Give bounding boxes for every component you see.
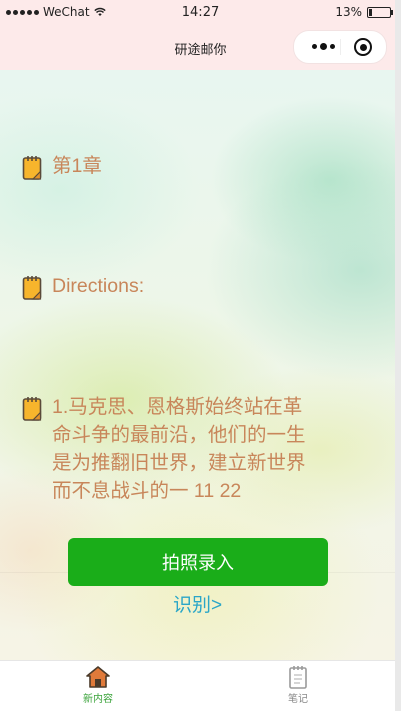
item-text: 第1章 [52, 155, 102, 177]
miniprogram-capsule [293, 30, 387, 64]
close-target-icon[interactable] [354, 38, 372, 56]
tab-new-content[interactable]: 新内容 [68, 665, 128, 705]
navigation-bar: 研途邮你 [0, 26, 401, 70]
status-bar: WeChat 14:27 13% [0, 0, 401, 26]
item-text: 1.马克思、恩格斯始终站在革命斗争的最前沿，他们的一生是为推翻旧世界，建立新世界… [52, 396, 306, 502]
notepad-icon [22, 276, 42, 300]
item-text: Directions: [52, 275, 145, 297]
battery-icon [367, 6, 393, 18]
notepad-icon [22, 156, 42, 180]
photo-input-button[interactable]: 拍照录入 [68, 538, 328, 586]
notepad-icon [289, 666, 307, 689]
tab-notes[interactable]: 笔记 [268, 665, 328, 705]
notepad-icon [22, 397, 42, 421]
list-item[interactable]: 1.马克思、恩格斯始终站在革命斗争的最前沿，他们的一生是为推翻旧世界，建立新世界… [22, 393, 314, 505]
more-icon[interactable] [312, 43, 335, 50]
status-right: 13% [335, 5, 393, 19]
capsule-divider [340, 39, 341, 55]
recognize-link[interactable]: 识别> [0, 590, 395, 617]
tab-bar: 新内容 笔记 [0, 660, 401, 712]
list-item[interactable]: 第1章 [22, 152, 102, 181]
scroll-edge [395, 0, 401, 711]
list-item[interactable]: Directions: [22, 272, 144, 301]
tab-label: 笔记 [288, 694, 308, 705]
home-icon [86, 666, 110, 688]
tab-label: 新内容 [83, 694, 113, 705]
battery-percent: 13% [335, 5, 362, 19]
